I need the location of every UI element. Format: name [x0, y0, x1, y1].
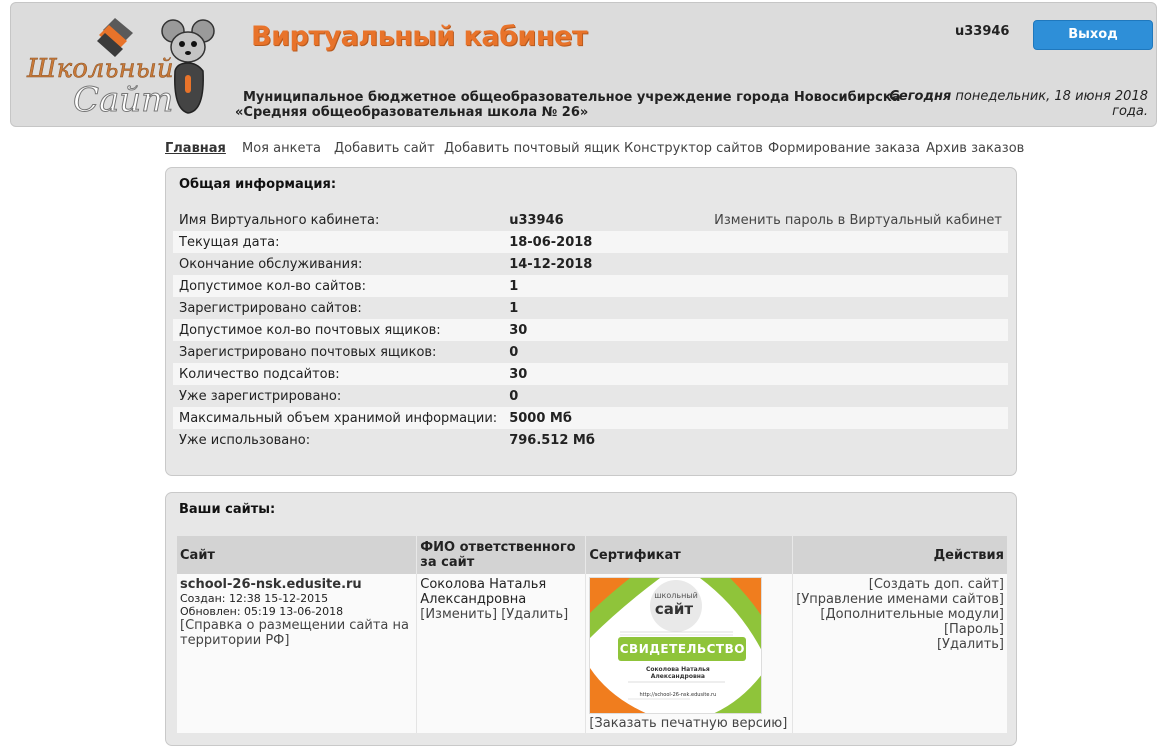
manage-site-names-link[interactable]: [Управление именами сайтов] [796, 592, 1004, 607]
table-row: school-26-nsk.edusite.ru Создан: 12:38 1… [177, 574, 1007, 733]
info-row: Окончание обслуживания: 14-12-2018 [173, 253, 1008, 275]
info-row: Зарегистрировано почтовых ящиков: 0 [173, 341, 1008, 363]
main-navigation: Главная Моя анкета Добавить сайт Добавит… [165, 141, 1035, 159]
logo-text-line2: Сайт [73, 80, 173, 120]
password-link[interactable]: [Пароль] [796, 622, 1004, 637]
certificate-heading: СВИДЕТЕЛЬСТВО [618, 637, 747, 661]
info-label: Допустимое кол-во сайтов: [173, 275, 504, 297]
logout-button[interactable]: Выход [1033, 20, 1153, 50]
info-label: Зарегистрировано почтовых ящиков: [179, 344, 437, 360]
nav-item-home[interactable]: Главная [165, 141, 226, 156]
certificate-name: Соколова Наталья Александровна [645, 666, 710, 680]
sites-table: Сайт ФИО ответственного за сайт Сертифик… [177, 536, 1007, 733]
actions-cell: [Создать доп. сайт] [Управление именами … [792, 574, 1007, 733]
nav-item-site-builder[interactable]: Конструктор сайтов [624, 141, 763, 156]
nav-item-order-form[interactable]: Формирование заказа [768, 141, 920, 156]
info-row: Уже зарегистрировано: 0 [173, 385, 1008, 407]
info-label: Количество подсайтов: [173, 363, 504, 385]
create-extra-site-link[interactable]: [Создать доп. сайт] [796, 577, 1004, 592]
general-info-table: Имя Виртуального кабинета: u33946 Измени… [173, 209, 1008, 451]
header: Школьный Сайт Виртуальный кабинет Муници… [10, 2, 1157, 127]
info-label: Уже зарегистрировано: [179, 388, 342, 404]
your-sites-panel: Ваши сайты: Сайт ФИО ответственного за с… [165, 492, 1017, 746]
column-header-actions: Действия [792, 536, 1007, 574]
info-row: Количество подсайтов: 30 [173, 363, 1008, 385]
nav-item-add-mailbox[interactable]: Добавить почтовый ящик [444, 141, 620, 156]
info-label: Текущая дата: [173, 231, 504, 253]
column-header-site: Сайт [177, 536, 418, 574]
site-created: Создан: 12:38 15-12-2015 [180, 592, 329, 605]
info-row: Максимальный объем хранимой информации: … [173, 407, 1008, 429]
today-label: Сегодня [889, 89, 952, 104]
info-value: 30 [503, 363, 709, 385]
info-row: Уже использовано: 796.512 Мб [173, 429, 1008, 451]
change-password-link[interactable]: Изменить пароль в Виртуальный кабинет [714, 213, 1002, 228]
school-site-logo[interactable]: Школьный Сайт [25, 13, 225, 121]
info-value: u33946 [509, 212, 564, 228]
column-header-certificate: Сертификат [585, 536, 794, 574]
order-print-version-link[interactable]: [Заказать печатную версию] [589, 716, 789, 731]
person-cell: Соколова Наталья Александровна [Изменить… [416, 574, 587, 733]
nav-item-add-site[interactable]: Добавить сайт [334, 141, 435, 156]
certificate-cell: школьный сайт СВИДЕТЕЛЬСТВО Соколова Нат… [585, 574, 794, 733]
info-value: 1 [503, 275, 709, 297]
site-updated: Обновлен: 05:19 13-06-2018 [180, 605, 344, 618]
sites-table-header: Сайт ФИО ответственного за сайт Сертифик… [177, 536, 1007, 574]
info-row: Текущая дата: 18-06-2018 [173, 231, 1008, 253]
info-value: 0 [509, 388, 519, 404]
responsible-person-name: Соколова Наталья Александровна [420, 577, 547, 607]
extra-modules-link[interactable]: [Дополнительные модули] [796, 607, 1004, 622]
nav-item-my-profile[interactable]: Моя анкета [242, 141, 321, 156]
info-label: Зарегистрировано сайтов: [179, 300, 362, 316]
book-icon [97, 18, 133, 57]
delete-site-link[interactable]: [Удалить] [796, 637, 1004, 652]
your-sites-title: Ваши сайты: [179, 502, 276, 517]
today-text: понедельник, 18 июня 2018 года. [955, 89, 1148, 119]
app-title: Виртуальный кабинет [251, 21, 587, 52]
site-cell: school-26-nsk.edusite.ru Создан: 12:38 1… [177, 574, 418, 733]
info-row: Допустимое кол-во сайтов: 1 [173, 275, 1008, 297]
general-info-title: Общая информация: [179, 177, 337, 192]
info-label: Максимальный объем хранимой информации: [173, 407, 504, 429]
info-value: 5000 Мб [503, 407, 709, 429]
edit-person-link[interactable]: [Изменить] [420, 607, 497, 622]
site-domain[interactable]: school-26-nsk.edusite.ru [180, 577, 413, 592]
placement-info-link[interactable]: [Справка о размещении сайта на территори… [180, 618, 413, 648]
info-value: 14-12-2018 [509, 256, 593, 272]
info-value: 796.512 Мб [509, 432, 595, 448]
current-date: Сегодня понедельник, 18 июня 2018 года. [888, 89, 1148, 119]
nav-item-order-archive[interactable]: Архив заказов [926, 141, 1024, 156]
certificate-thumbnail[interactable]: школьный сайт СВИДЕТЕЛЬСТВО Соколова Нат… [589, 577, 763, 714]
delete-person-link[interactable]: [Удалить] [501, 607, 568, 622]
info-label: Допустимое кол-во почтовых ящиков: [173, 319, 504, 341]
general-info-panel: Общая информация: Имя Виртуального кабин… [165, 167, 1017, 476]
cert-logo-top: школьный [655, 591, 699, 600]
info-value: 1 [509, 300, 519, 316]
info-label: Уже использовано: [179, 432, 311, 448]
info-row: Имя Виртуального кабинета: u33946 Измени… [173, 209, 1008, 231]
organization-name: Муниципальное бюджетное общеобразователь… [235, 90, 901, 120]
info-row: Зарегистрировано сайтов: 1 [173, 297, 1008, 319]
info-label: Имя Виртуального кабинета: [179, 212, 380, 228]
certificate-url: http://school-26-nsk.edusite.ru [639, 692, 717, 698]
info-value: 18-06-2018 [503, 231, 709, 253]
info-label: Окончание обслуживания: [179, 256, 363, 272]
cert-logo-main: сайт [655, 600, 694, 618]
info-value: 30 [503, 319, 709, 341]
info-row: Допустимое кол-во почтовых ящиков: 30 [173, 319, 1008, 341]
info-value: 0 [509, 344, 519, 360]
user-login: u33946 [955, 24, 1010, 39]
column-header-person: ФИО ответственного за сайт [416, 536, 587, 574]
